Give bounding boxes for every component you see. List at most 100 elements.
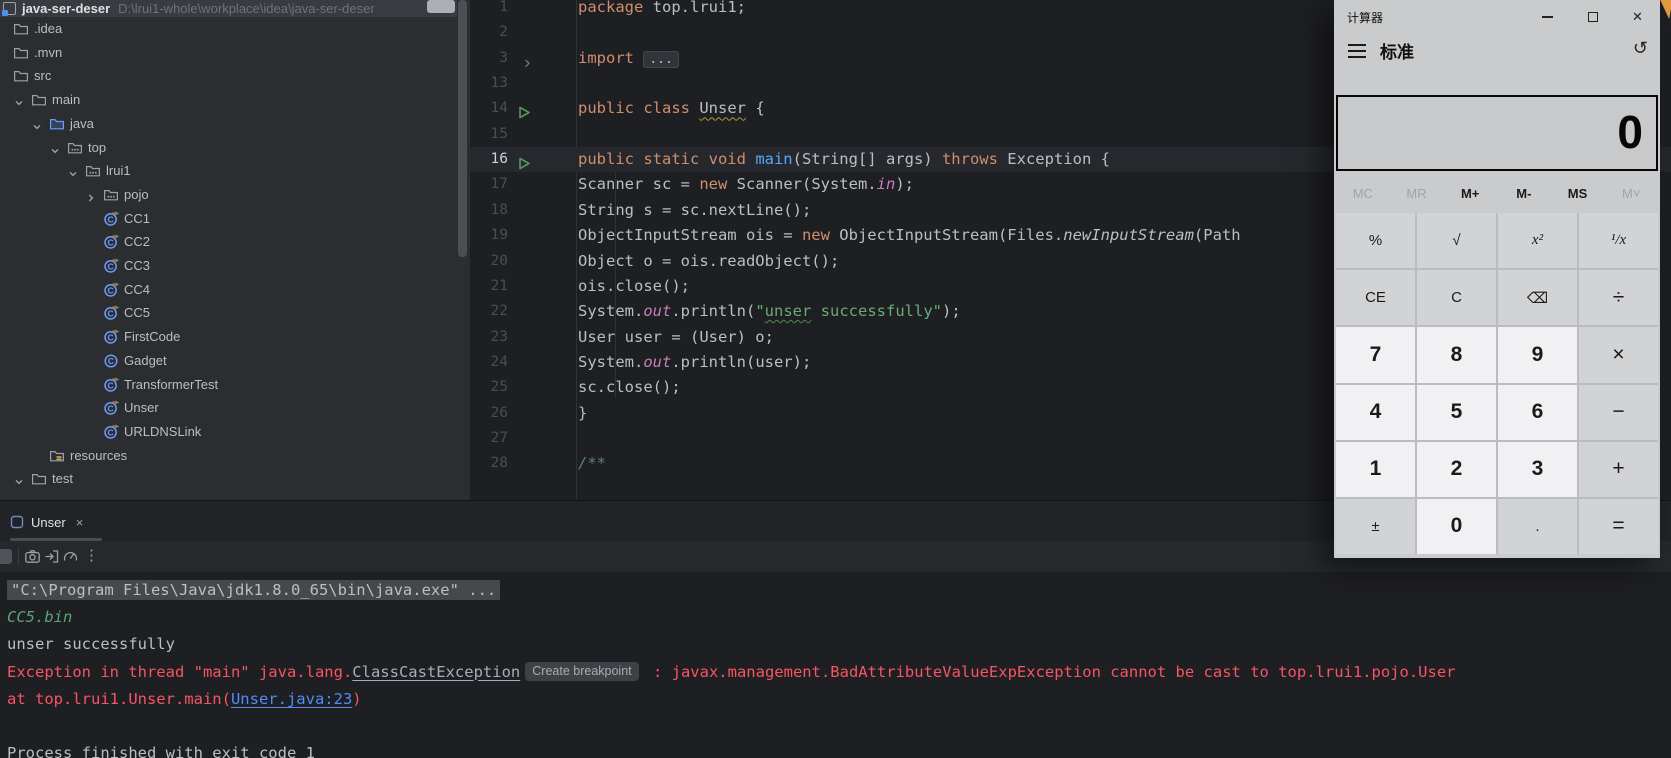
svg-text:C: C <box>108 380 114 390</box>
screen: java-ser-deser D:\lrui1-whole\workplace\… <box>0 0 1671 758</box>
calc-key-√[interactable]: √ <box>1417 213 1496 269</box>
chevron-down-icon[interactable] <box>50 143 60 153</box>
memory-button-M-[interactable]: M- <box>1497 177 1551 209</box>
chevron-right-icon[interactable] <box>86 190 96 202</box>
tree-item-cc5[interactable]: C CC5 <box>0 301 470 325</box>
calc-key-÷[interactable]: ÷ <box>1579 270 1658 326</box>
class-run-icon: C <box>103 400 120 416</box>
tree-item-main[interactable]: main <box>0 88 470 112</box>
tree-item-resources[interactable]: resources <box>0 444 470 468</box>
run-gutter-icon[interactable] <box>518 102 531 119</box>
calc-key-0[interactable]: 0 <box>1417 498 1496 554</box>
calc-key-×[interactable]: × <box>1579 327 1658 383</box>
create-breakpoint-badge[interactable]: Create breakpoint <box>525 661 639 681</box>
console-line: Process finished with exit code 1 <box>7 740 315 758</box>
calc-key-9[interactable]: 9 <box>1498 327 1577 383</box>
line-number: 24 <box>490 353 508 370</box>
tree-item-gadget[interactable]: C Gadget <box>0 349 470 373</box>
tree-item-idea[interactable]: .idea <box>0 17 470 41</box>
close-tab-icon[interactable]: × <box>76 515 84 530</box>
chevron-down-icon[interactable] <box>14 474 24 485</box>
tree-item-test[interactable]: test <box>0 467 470 491</box>
tree-item-cc2[interactable]: C CC2 <box>0 230 470 254</box>
line-number: 22 <box>490 303 508 320</box>
memory-button-MS[interactable]: MS <box>1551 177 1605 209</box>
selected-console-text: "C:\Program Files\Java\jdk1.8.0_65\bin\j… <box>7 580 501 600</box>
tree-item-pojo[interactable]: pojo <box>0 183 470 207</box>
line-number: 1 <box>499 0 508 15</box>
mouse-cursor <box>1655 0 1671 20</box>
class-icon: C <box>103 353 119 369</box>
fold-chevron-icon[interactable] <box>522 52 535 67</box>
calc-key-5[interactable]: 5 <box>1417 384 1496 440</box>
close-button[interactable]: ✕ <box>1615 0 1660 34</box>
rerun-icon[interactable] <box>0 549 12 564</box>
chevron-down-icon[interactable] <box>14 95 24 106</box>
history-icon[interactable]: ↺ <box>1633 38 1648 59</box>
import-thread-dump-icon[interactable] <box>43 548 60 565</box>
svg-text:C: C <box>108 332 114 342</box>
line-number: 28 <box>490 455 508 472</box>
tree-item-lrui1[interactable]: lrui1 <box>0 159 470 183</box>
calc-key-8[interactable]: 8 <box>1417 327 1496 383</box>
class-run-icon: C <box>103 305 120 321</box>
run-tab-label: Unser <box>31 514 66 530</box>
maximize-button[interactable] <box>1570 0 1615 34</box>
project-root-row[interactable]: java-ser-deser D:\lrui1-whole\workplace\… <box>0 0 457 17</box>
tree-item-label: .mvn <box>34 44 63 60</box>
svg-text:C: C <box>108 214 114 224</box>
tree-scrollbar-thumb[interactable] <box>427 0 455 13</box>
chevron-down-icon[interactable] <box>32 119 42 130</box>
calc-key-=[interactable]: = <box>1579 498 1658 554</box>
calc-key-+[interactable]: + <box>1579 441 1658 497</box>
memory-button-M+[interactable]: M+ <box>1443 177 1497 209</box>
tree-item-java[interactable]: java <box>0 112 470 136</box>
tree-item-cc4[interactable]: C CC4 <box>0 278 470 302</box>
more-options-icon[interactable]: ⋮ <box>84 546 99 564</box>
tree-item-transformertest[interactable]: C TransformerTest <box>0 373 470 397</box>
calc-key-−[interactable]: − <box>1579 384 1658 440</box>
run-tab-unser[interactable]: Unser × <box>10 507 83 537</box>
tree-item-label: top <box>88 139 107 155</box>
tree-item-top[interactable]: top <box>0 136 470 160</box>
calculator-mode-label[interactable]: 标准 <box>1380 38 1414 63</box>
stacktrace-link[interactable]: Unser.java:23 <box>231 690 352 708</box>
exception-class-link[interactable]: ClassCastException <box>352 663 520 681</box>
screenshot-icon[interactable] <box>24 548 41 565</box>
code-text: ois.close(); <box>578 276 690 295</box>
chevron-down-icon[interactable] <box>68 166 78 177</box>
hamburger-menu-icon[interactable] <box>1348 44 1366 47</box>
folder-resources-icon <box>49 448 65 464</box>
folded-imports[interactable]: ... <box>643 50 679 68</box>
profiler-icon[interactable] <box>62 548 79 565</box>
calc-key-7[interactable]: 7 <box>1336 327 1415 383</box>
tree-item-unser[interactable]: C Unser <box>0 396 470 420</box>
calc-key-.[interactable]: . <box>1498 498 1577 554</box>
tree-item-cc3[interactable]: C CC3 <box>0 254 470 278</box>
run-gutter-icon[interactable] <box>518 153 531 170</box>
tree-item-label: FirstCode <box>124 329 181 345</box>
minimize-button[interactable] <box>1525 0 1570 34</box>
calc-key-1[interactable]: 1 <box>1336 441 1415 497</box>
calc-key-⌫[interactable]: ⌫ <box>1498 270 1577 326</box>
run-console[interactable]: "C:\Program Files\Java\jdk1.8.0_65\bin\j… <box>0 572 1671 758</box>
calc-key-%[interactable]: % <box>1336 213 1415 269</box>
calc-key-C[interactable]: C <box>1417 270 1496 326</box>
calc-key-3[interactable]: 3 <box>1498 441 1577 497</box>
tree-item-urldnslink[interactable]: C URLDNSLink <box>0 420 470 444</box>
calc-key-6[interactable]: 6 <box>1498 384 1577 440</box>
tree-item-src[interactable]: src <box>0 64 470 88</box>
calc-key-±[interactable]: ± <box>1336 498 1415 554</box>
calc-key-¹/x[interactable]: ¹/x <box>1579 213 1658 269</box>
calc-key-x²[interactable]: x² <box>1498 213 1577 269</box>
tree-vertical-scrollbar[interactable] <box>458 0 467 257</box>
tree-item-firstcode[interactable]: C FirstCode <box>0 325 470 349</box>
console-text: at top.lrui1.Unser.main( <box>7 689 231 708</box>
code-text: sc.close(); <box>578 378 681 397</box>
tree-item-mvn[interactable]: .mvn <box>0 41 470 65</box>
console-line: unser successfully <box>7 631 175 658</box>
tree-item-cc1[interactable]: C CC1 <box>0 207 470 231</box>
calc-key-4[interactable]: 4 <box>1336 384 1415 440</box>
calc-key-2[interactable]: 2 <box>1417 441 1496 497</box>
calc-key-CE[interactable]: CE <box>1336 270 1415 326</box>
